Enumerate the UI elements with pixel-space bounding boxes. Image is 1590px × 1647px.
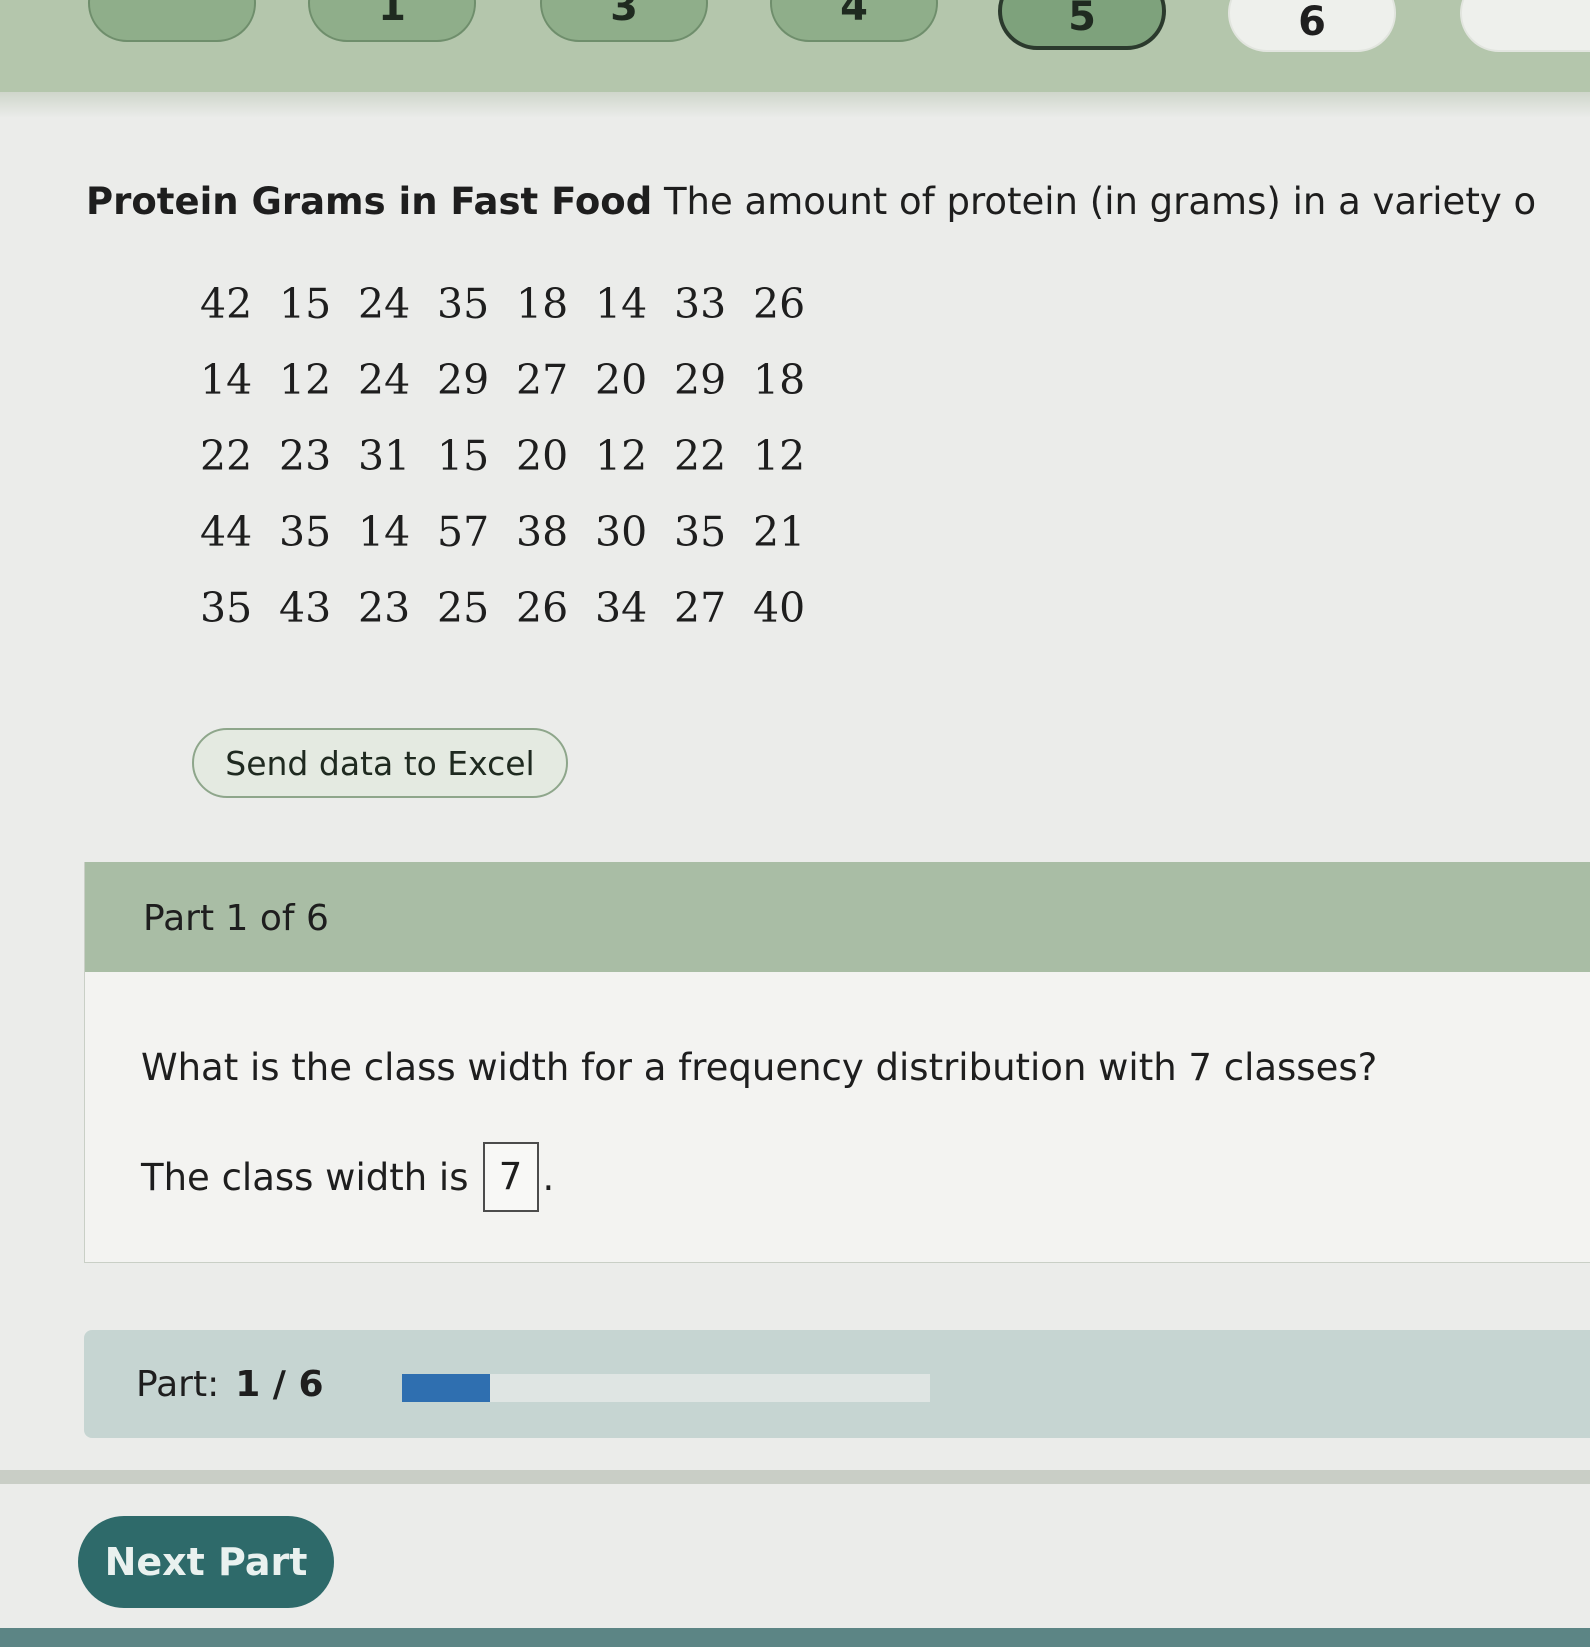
progress-label: Part: 1 / 6 xyxy=(136,1364,324,1405)
answer-suffix: . xyxy=(542,1155,555,1199)
data-row: 35 43 23 25 26 34 27 40 xyxy=(200,584,832,660)
data-cell: 25 xyxy=(437,584,490,632)
problem-prompt: Protein Grams in Fast Food The amount of… xyxy=(86,178,1590,226)
nav-shadow xyxy=(0,92,1590,118)
data-cell: 12 xyxy=(595,432,648,480)
data-cell: 21 xyxy=(753,508,806,556)
data-cell: 18 xyxy=(516,280,569,328)
question-tab-label: 6 xyxy=(1298,0,1326,45)
data-cell: 14 xyxy=(200,356,253,404)
class-width-input[interactable]: 7 xyxy=(482,1142,539,1212)
question-tab[interactable]: 7 xyxy=(1460,0,1590,52)
data-cell: 35 xyxy=(437,280,490,328)
data-cell: 24 xyxy=(358,356,411,404)
data-table: 42 15 24 35 18 14 33 26 14 12 24 29 27 2… xyxy=(200,280,832,660)
data-cell: 35 xyxy=(279,508,332,556)
progress-value: 1 / 6 xyxy=(235,1364,324,1405)
question-tab-label: 3 xyxy=(610,0,638,30)
question-tab[interactable] xyxy=(88,0,256,42)
part-title: Part 1 of 6 xyxy=(143,898,329,939)
question-tab-current[interactable]: 5 xyxy=(998,0,1166,50)
data-row: 22 23 31 15 20 12 22 12 xyxy=(200,432,832,508)
question-tab[interactable]: 3 xyxy=(540,0,708,42)
problem-title: Protein Grams in Fast Food xyxy=(86,180,653,223)
data-cell: 44 xyxy=(200,508,253,556)
data-row: 44 35 14 57 38 30 35 21 xyxy=(200,508,832,584)
data-cell: 33 xyxy=(674,280,727,328)
data-cell: 18 xyxy=(753,356,806,404)
data-cell: 29 xyxy=(674,356,727,404)
question-tab-label: 5 xyxy=(1068,0,1096,40)
data-cell: 15 xyxy=(279,280,332,328)
problem-text: The amount of protein (in grams) in a va… xyxy=(663,180,1537,223)
data-cell: 40 xyxy=(753,584,806,632)
answer-prefix: The class width is xyxy=(141,1155,469,1199)
footer-bar xyxy=(0,1628,1590,1647)
progress-panel: Part: 1 / 6 xyxy=(84,1330,1590,1438)
question-tab[interactable]: 1 xyxy=(308,0,476,42)
data-cell: 27 xyxy=(516,356,569,404)
data-row: 14 12 24 29 27 20 29 18 xyxy=(200,356,832,432)
data-cell: 23 xyxy=(279,432,332,480)
data-cell: 23 xyxy=(358,584,411,632)
data-cell: 26 xyxy=(516,584,569,632)
data-cell: 29 xyxy=(437,356,490,404)
data-cell: 14 xyxy=(595,280,648,328)
data-cell: 26 xyxy=(753,280,806,328)
data-cell: 35 xyxy=(200,584,253,632)
data-cell: 15 xyxy=(437,432,490,480)
data-cell: 22 xyxy=(200,432,253,480)
data-cell: 22 xyxy=(674,432,727,480)
question-text: What is the class width for a frequency … xyxy=(141,1046,1378,1089)
data-row: 42 15 24 35 18 14 33 26 xyxy=(200,280,832,356)
data-cell: 14 xyxy=(358,508,411,556)
question-tab[interactable]: 4 xyxy=(770,0,938,42)
data-cell: 43 xyxy=(279,584,332,632)
question-tab-label: 1 xyxy=(378,0,406,30)
next-part-button[interactable]: Next Part xyxy=(78,1516,334,1608)
data-cell: 12 xyxy=(753,432,806,480)
divider xyxy=(0,1470,1590,1484)
data-cell: 20 xyxy=(595,356,648,404)
question-navigation: 1 3 4 5 6 7 xyxy=(0,0,1590,92)
part-header: Part 1 of 6 xyxy=(85,862,1590,972)
progress-label-text: Part: xyxy=(136,1364,220,1405)
progress-bar-fill xyxy=(402,1374,491,1402)
data-cell: 34 xyxy=(595,584,648,632)
data-cell: 42 xyxy=(200,280,253,328)
data-cell: 31 xyxy=(358,432,411,480)
data-cell: 38 xyxy=(516,508,569,556)
question-tab-label: 4 xyxy=(840,0,868,30)
data-cell: 24 xyxy=(358,280,411,328)
data-cell: 30 xyxy=(595,508,648,556)
progress-bar xyxy=(402,1374,930,1402)
data-cell: 27 xyxy=(674,584,727,632)
data-cell: 20 xyxy=(516,432,569,480)
part-card: Part 1 of 6 What is the class width for … xyxy=(84,862,1590,1263)
question-tab[interactable]: 6 xyxy=(1228,0,1396,52)
send-to-excel-button[interactable]: Send data to Excel xyxy=(192,728,568,798)
data-cell: 35 xyxy=(674,508,727,556)
data-cell: 12 xyxy=(279,356,332,404)
data-cell: 57 xyxy=(437,508,490,556)
answer-line: The class width is 7 . xyxy=(141,1142,554,1212)
